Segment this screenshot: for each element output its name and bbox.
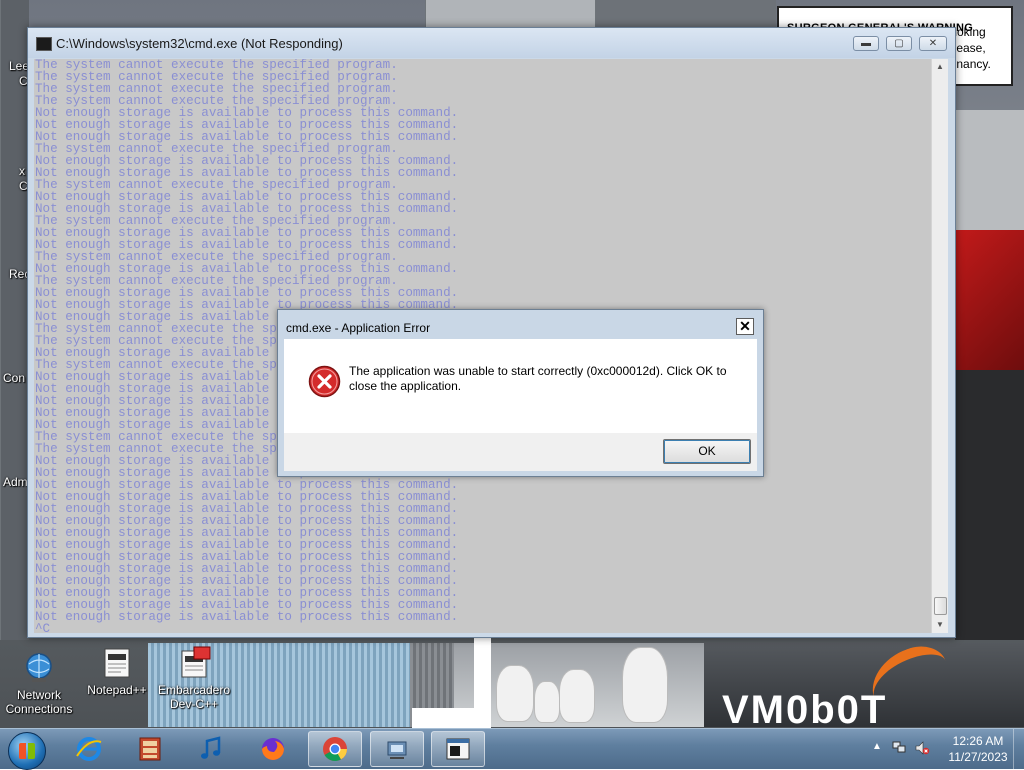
- desktop-icon-label: Notepad++: [87, 683, 147, 697]
- desktop-icon-notepad-plus-plus[interactable]: Notepad++: [77, 645, 157, 697]
- app-shelf-icon: [139, 737, 161, 761]
- wallpaper-building: [595, 0, 776, 28]
- taskbar-internet-explorer[interactable]: [62, 731, 116, 767]
- cmd-app-icon: [36, 37, 52, 51]
- maximize-button[interactable]: ▢: [886, 36, 912, 51]
- taskbar-cmd[interactable]: [431, 731, 485, 767]
- taskbar-firefox[interactable]: [246, 731, 300, 767]
- internet-explorer-icon: [76, 737, 102, 761]
- console-line: Not enough storage is available to proce…: [35, 610, 459, 624]
- taskbar-device-manager[interactable]: [370, 731, 424, 767]
- desktop-label-partial[interactable]: Adm: [3, 475, 28, 489]
- scroll-up-arrow-icon[interactable]: ▲: [932, 59, 948, 75]
- cmd-window-icon: [446, 738, 470, 760]
- wallpaper-red-object: [955, 230, 1024, 370]
- desktop-icon-label: Embarcadero Dev-C++: [157, 683, 231, 711]
- taskbar: ▲ 12:26 AM 11/27/2023: [0, 728, 1024, 770]
- vertical-scrollbar[interactable]: ▲ ▼: [931, 59, 948, 633]
- wallpaper-strip: [454, 643, 704, 727]
- wallpaper-building: [0, 0, 29, 640]
- firefox-icon: [262, 738, 284, 760]
- wallpaper-machine: [955, 370, 1024, 640]
- clock-time[interactable]: 12:26 AM: [943, 734, 1013, 748]
- desktop-icon-label: Network Connections: [5, 688, 73, 716]
- close-icon: ✕: [928, 38, 938, 49]
- cmd-window-title: C:\Windows\system32\cmd.exe (Not Respond…: [56, 36, 343, 51]
- ok-button[interactable]: OK: [663, 439, 751, 464]
- show-hidden-icons-icon[interactable]: ▲: [872, 741, 882, 752]
- start-button[interactable]: [8, 732, 46, 770]
- cmd-titlebar[interactable]: C:\Windows\system32\cmd.exe (Not Respond…: [28, 28, 955, 58]
- desktop-icon-embarcadero-devcpp[interactable]: Embarcadero Dev-C++: [154, 645, 234, 711]
- minimize-button[interactable]: ▬: [853, 36, 879, 51]
- notepad-plus-plus-icon: [104, 648, 130, 678]
- devcpp-icon: [181, 646, 211, 678]
- glitch-bar: [412, 708, 474, 728]
- desktop-icon-network-connections[interactable]: Network Connections: [0, 650, 79, 716]
- minimize-icon: ▬: [861, 38, 871, 49]
- application-error-dialog[interactable]: cmd.exe - Application Error ✕ The applic…: [277, 309, 764, 477]
- scroll-down-arrow-icon[interactable]: ▼: [932, 617, 948, 633]
- maximize-icon: ▢: [894, 38, 904, 49]
- music-note-icon: [201, 736, 221, 759]
- system-tray: ▲ 12:26 AM 11/27/2023: [864, 729, 1024, 769]
- taskbar-music[interactable]: [184, 731, 238, 767]
- dialog-title: cmd.exe - Application Error: [286, 321, 431, 335]
- chrome-icon: [323, 737, 347, 762]
- dialog-body: The application was unable to start corr…: [284, 339, 757, 433]
- close-icon: ✕: [739, 318, 751, 334]
- console-line: ^C: [35, 622, 51, 633]
- clock-date[interactable]: 11/27/2023: [943, 750, 1013, 764]
- dialog-close-button[interactable]: ✕: [736, 318, 754, 335]
- wallpaper-building: [425, 0, 596, 28]
- network-globe-icon: [26, 653, 52, 682]
- wallpaper-watermark: VM0b0T: [722, 688, 888, 732]
- taskbar-chrome[interactable]: [308, 731, 362, 767]
- dialog-message: The application was unable to start corr…: [349, 364, 727, 393]
- show-desktop-button[interactable]: [1013, 729, 1024, 769]
- desktop-label-partial[interactable]: x: [19, 164, 25, 178]
- error-x-icon: [308, 365, 341, 398]
- scroll-thumb[interactable]: [934, 597, 947, 615]
- dialog-footer: OK: [284, 433, 757, 471]
- device-manager-icon: [387, 741, 407, 759]
- taskbar-app-shelf[interactable]: [123, 731, 177, 767]
- desktop-label-partial[interactable]: Con: [3, 371, 25, 385]
- close-button[interactable]: ✕: [919, 36, 947, 51]
- volume-muted-icon[interactable]: [914, 740, 930, 756]
- network-status-icon[interactable]: [892, 740, 906, 754]
